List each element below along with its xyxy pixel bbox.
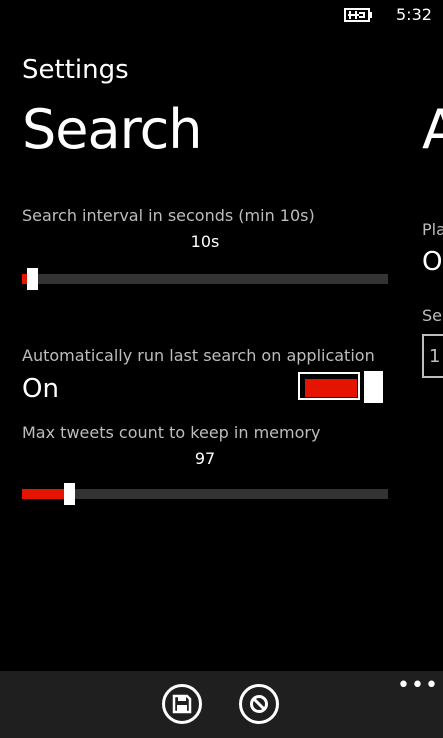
toggle-fill — [305, 379, 357, 397]
battery-charging-icon — [344, 8, 372, 22]
next-page-select-label: Sel — [422, 306, 443, 325]
max-tweets-value: 97 — [194, 449, 216, 468]
max-tweets-slider[interactable] — [22, 483, 388, 505]
toggle-track — [298, 372, 360, 400]
max-tweets-slider-fill — [22, 489, 66, 499]
auto-run-label: Automatically run last search on applica… — [22, 346, 375, 365]
more-dots-icon[interactable]: ••• — [397, 673, 439, 698]
clock: 5:32 — [396, 5, 432, 24]
status-bar: 5:32 — [0, 0, 443, 32]
app-title: Settings — [22, 55, 129, 85]
search-interval-label: Search interval in seconds (min 10s) — [22, 206, 315, 225]
pivot-title-next[interactable]: A — [422, 98, 443, 161]
search-interval-value: 10s — [190, 232, 220, 251]
next-page-value: O — [422, 247, 443, 277]
search-interval-slider[interactable] — [22, 268, 388, 290]
cancel-icon — [250, 695, 268, 713]
pivot-title-search[interactable]: Search — [22, 98, 203, 161]
search-interval-slider-thumb[interactable] — [27, 268, 39, 290]
max-tweets-slider-thumb[interactable] — [63, 483, 75, 505]
cancel-button[interactable] — [239, 684, 279, 724]
max-tweets-label: Max tweets count to keep in memory — [22, 423, 321, 442]
auto-run-state: On — [22, 374, 59, 404]
next-page-label: Pla — [422, 220, 443, 239]
toggle-thumb[interactable] — [364, 371, 383, 403]
save-icon — [172, 694, 192, 714]
auto-run-toggle[interactable] — [298, 371, 385, 403]
next-page-select-box[interactable]: 1 — [422, 334, 443, 378]
app-bar: ••• — [0, 671, 443, 738]
save-button[interactable] — [162, 684, 202, 724]
next-pivot-page-peek: Pla O Sel 1 — [420, 200, 443, 390]
